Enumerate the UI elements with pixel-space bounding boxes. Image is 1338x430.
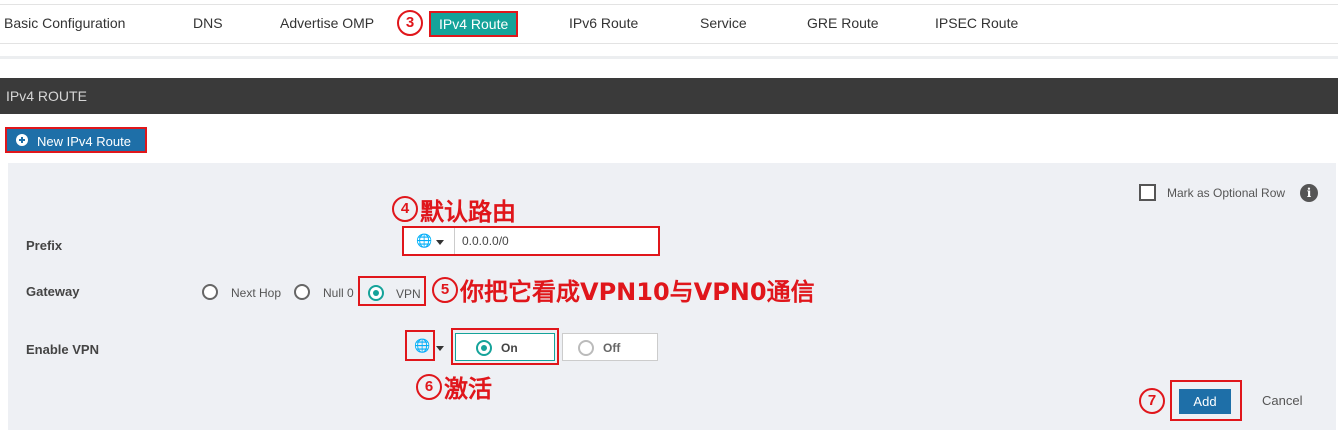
new-ipv4-route-label: New IPv4 Route — [37, 134, 131, 149]
tab-ipv4-route[interactable]: IPv4 Route — [429, 11, 519, 37]
annotation-step-6: 6 — [416, 374, 442, 400]
enable-vpn-off-label: Off — [603, 341, 621, 355]
gateway-next-hop-label: Next Hop — [231, 286, 282, 300]
annotation-step-3: 3 — [397, 10, 423, 36]
tab-service[interactable]: Service — [700, 15, 747, 31]
globe-icon: 🌐 — [414, 338, 431, 353]
tab-dns[interactable]: DNS — [193, 15, 223, 31]
tab-gre-route[interactable]: GRE Route — [807, 15, 879, 31]
enable-vpn-off-option[interactable]: Off — [562, 333, 658, 361]
info-icon[interactable]: i — [1300, 184, 1318, 202]
tab-ipsec-route[interactable]: IPSEC Route — [935, 15, 1018, 31]
cancel-button[interactable]: Cancel — [1262, 393, 1302, 408]
new-ipv4-route-button[interactable]: New IPv4 Route — [5, 127, 147, 153]
chevron-down-icon — [436, 240, 444, 245]
section-header: IPv4 ROUTE — [0, 78, 1338, 114]
plus-circle-icon — [16, 134, 28, 146]
enable-vpn-label: Enable VPN — [26, 342, 99, 357]
enable-vpn-on-option[interactable]: On — [455, 333, 555, 361]
tab-bar: Basic Configuration DNS Advertise OMP IP… — [0, 4, 1338, 44]
annotation-vpn-note: 你把它看成VPN10与VPN0通信 — [460, 278, 815, 306]
annotation-step-7: 7 — [1139, 388, 1165, 414]
optional-row-checkbox[interactable] — [1139, 184, 1156, 201]
add-button[interactable]: Add — [1179, 389, 1231, 414]
globe-icon: 🌐 — [416, 233, 433, 248]
enable-vpn-on-label: On — [501, 341, 518, 355]
enable-vpn-scope-dropdown[interactable]: 🌐 — [405, 330, 435, 361]
tab-advertise-omp[interactable]: Advertise OMP — [280, 15, 374, 31]
gateway-vpn-label: VPN — [396, 287, 421, 301]
optional-row-label: Mark as Optional Row — [1167, 186, 1286, 200]
prefix-scope-dropdown[interactable]: 🌐 — [404, 228, 455, 254]
prefix-input[interactable] — [462, 232, 652, 250]
tab-basic-configuration[interactable]: Basic Configuration — [4, 15, 125, 31]
annotation-default-route: 默认路由 — [420, 198, 516, 226]
annotation-step-4: 4 — [392, 196, 418, 222]
prefix-field: 🌐 — [402, 226, 660, 256]
tab-ipv6-route[interactable]: IPv6 Route — [569, 15, 638, 31]
annotation-step-5: 5 — [432, 277, 458, 303]
gateway-next-hop-radio[interactable] — [202, 284, 218, 300]
divider — [0, 56, 1338, 59]
section-title: IPv4 ROUTE — [6, 88, 87, 104]
annotation-activate: 激活 — [444, 375, 492, 403]
gateway-null0-radio[interactable] — [294, 284, 310, 300]
gateway-vpn-radio[interactable] — [368, 285, 384, 301]
gateway-null0-label: Null 0 — [323, 286, 354, 300]
gateway-vpn-option[interactable]: VPN — [358, 276, 426, 306]
enable-vpn-on-radio[interactable] — [476, 340, 492, 356]
chevron-down-icon[interactable] — [436, 346, 444, 351]
enable-vpn-off-radio[interactable] — [578, 340, 594, 356]
gateway-label: Gateway — [26, 284, 80, 299]
prefix-label: Prefix — [26, 238, 63, 253]
